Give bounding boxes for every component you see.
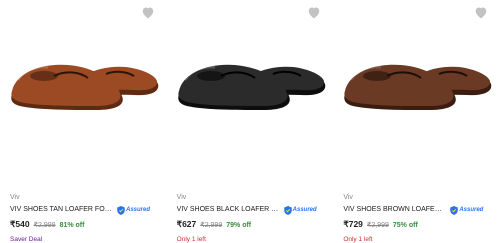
product-card[interactable]: Viv VIV SHOES BLACK LOAFER FOR MEN Assur…: [167, 0, 334, 243]
product-image[interactable]: [10, 0, 159, 185]
product-card[interactable]: Viv VIV SHOES TAN LOAFER FOR MEN Assured…: [0, 0, 167, 243]
selling-price: ₹627: [176, 219, 197, 229]
selling-price: ₹729: [343, 219, 363, 229]
selling-price: ₹540: [10, 219, 30, 229]
stock-tag: Only 1 left: [176, 236, 206, 243]
assured-shield-icon: [450, 205, 459, 215]
original-price: ₹2,999: [366, 222, 389, 229]
product-brand: Viv: [343, 194, 353, 201]
product-brand: Viv: [176, 194, 187, 201]
assured-shield-icon: [283, 205, 292, 215]
assured-badge: Assured: [283, 205, 317, 215]
deal-tag: Saver Deal: [10, 236, 43, 243]
assured-label: Assured: [292, 207, 317, 213]
stock-tag: Only 1 left: [343, 236, 373, 243]
assured-label: Assured: [459, 207, 484, 213]
original-price: ₹2,999: [33, 222, 56, 229]
assured-badge: Assured: [450, 205, 484, 215]
assured-label: Assured: [126, 207, 151, 213]
loafer-pair-image: [344, 64, 492, 110]
original-price: ₹2,999: [200, 222, 223, 229]
product-image[interactable]: [177, 0, 326, 185]
product-image[interactable]: [343, 0, 492, 185]
product-title[interactable]: VIV SHOES BLACK LOAFER FOR MEN: [177, 205, 280, 215]
loafer-pair-image: [177, 64, 325, 110]
product-grid: Viv VIV SHOES TAN LOAFER FOR MEN Assured…: [0, 0, 500, 243]
product-brand: Viv: [10, 194, 20, 201]
assured-badge: Assured: [117, 205, 151, 215]
discount-percent: 81% off: [59, 222, 85, 229]
product-title[interactable]: VIV SHOES BROWN LOAFER FOR MEN: [343, 205, 446, 215]
discount-percent: 79% off: [226, 222, 252, 229]
loafer-pair-image: [11, 64, 159, 110]
discount-percent: 75% off: [392, 222, 418, 229]
product-title[interactable]: VIV SHOES TAN LOAFER FOR MEN: [10, 205, 113, 215]
product-card[interactable]: Viv VIV SHOES BROWN LOAFER FOR MEN Assur…: [333, 0, 500, 243]
assured-shield-icon: [117, 205, 125, 215]
